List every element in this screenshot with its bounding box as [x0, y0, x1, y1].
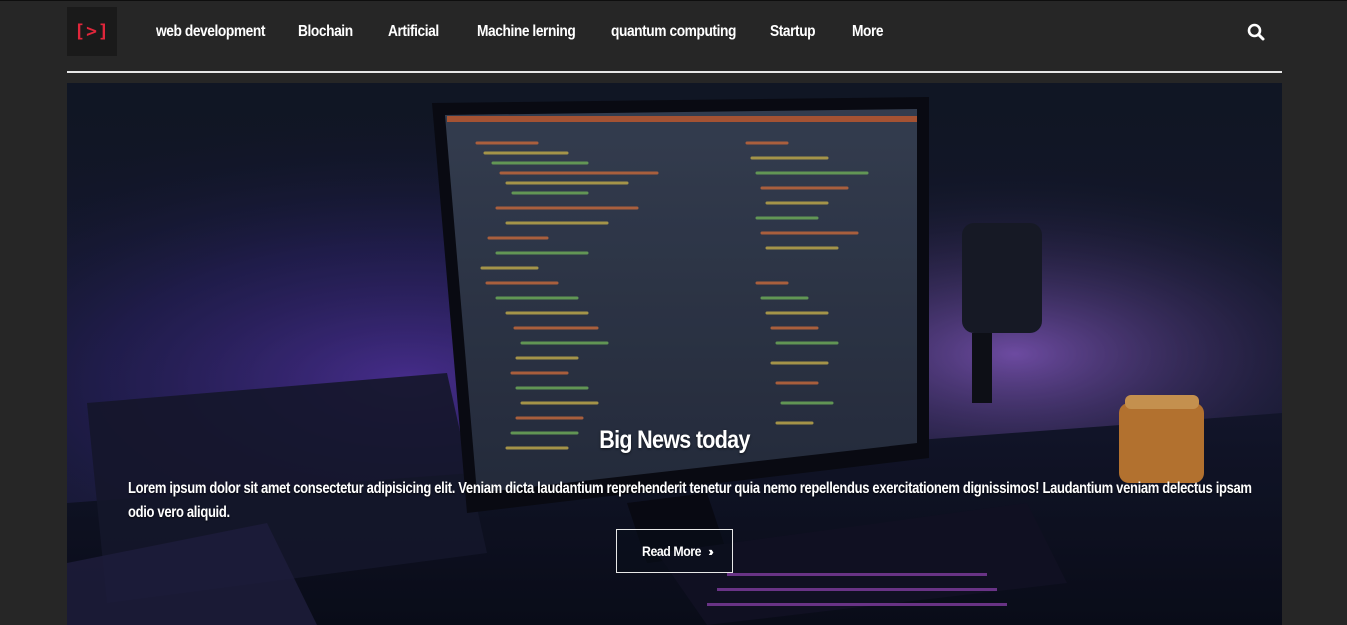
nav-item-machine-learning[interactable]: Machine lerning: [477, 21, 576, 43]
site-logo[interactable]: [>]: [67, 7, 117, 56]
nav-item-quantum-computing[interactable]: quantum computing: [611, 21, 736, 43]
nav-item-more[interactable]: More: [852, 21, 884, 43]
read-more-label: Read More: [642, 543, 702, 559]
nav-item-startup[interactable]: Startup: [770, 21, 816, 43]
hero-banner: Big News today Lorem ipsum dolor sit ame…: [67, 83, 1282, 625]
search-button[interactable]: [1245, 21, 1267, 43]
nav-item-blockchain[interactable]: Blochain: [298, 21, 353, 43]
hero-description: Lorem ipsum dolor sit amet consectetur a…: [128, 479, 1252, 521]
logo-text: [>]: [74, 21, 110, 42]
read-more-button[interactable]: Read More ››: [616, 529, 733, 573]
nav-item-artificial[interactable]: Artificial: [388, 21, 439, 43]
nav-item-web-development[interactable]: web development: [156, 21, 265, 43]
double-chevron-right-icon: ››: [708, 543, 713, 559]
search-icon: [1247, 23, 1265, 41]
navbar: [>] web development Blochain Artificial …: [67, 1, 1282, 73]
hero-title: Big News today: [599, 425, 750, 454]
